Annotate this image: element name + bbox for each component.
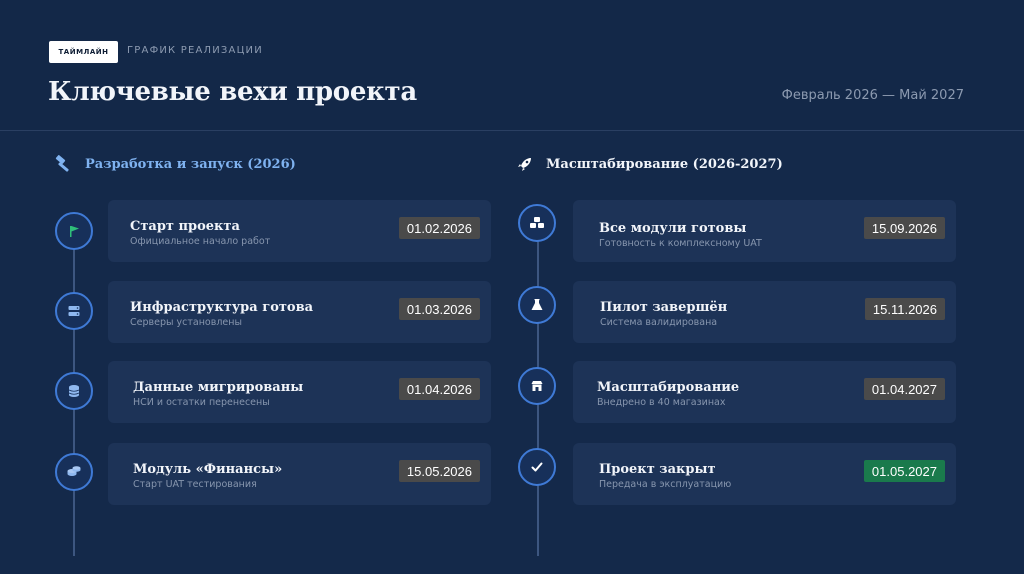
page-header: ТАЙМЛАЙН ГРАФИК РЕАЛИЗАЦИИ Ключевые вехи… bbox=[0, 0, 1024, 131]
milestone-subtitle: Готовность к комплексному UAT bbox=[599, 238, 762, 249]
date-range: Февраль 2026 — Май 2027 bbox=[781, 88, 964, 103]
milestone-date-badge-completed: 01.05.2027 bbox=[863, 460, 945, 482]
milestone-title: Все модули готовы bbox=[599, 221, 747, 236]
milestone-subtitle: Передача в эксплуатацию bbox=[599, 479, 732, 490]
cubes-icon bbox=[518, 204, 556, 242]
milestone-date-badge: 01.04.2027 bbox=[863, 378, 945, 400]
milestone-card[interactable]: Все модули готовы Готовность к комплексн… bbox=[573, 200, 956, 262]
milestone-subtitle: Система валидирована bbox=[600, 317, 718, 328]
milestone-card[interactable]: Масштабирование Внедрено в 40 магазинах … bbox=[573, 361, 956, 423]
milestone-date-badge: 15.11.2026 bbox=[864, 298, 945, 320]
rocket-icon bbox=[514, 153, 536, 175]
left-column-heading-text: Разработка и запуск (2026) bbox=[85, 156, 296, 172]
check-icon bbox=[518, 448, 556, 486]
flask-icon bbox=[518, 286, 556, 324]
milestone-card[interactable]: Инфраструктура готова Серверы установлен… bbox=[108, 281, 491, 343]
milestone-card[interactable]: Старт проекта Официальное начало работ 0… bbox=[108, 200, 491, 262]
flag-icon bbox=[55, 212, 93, 250]
server-icon bbox=[55, 292, 93, 330]
database-icon bbox=[55, 372, 93, 410]
milestone-card[interactable]: Проект закрыт Передача в эксплуатацию 01… bbox=[573, 443, 956, 505]
milestone-title: Модуль «Финансы» bbox=[133, 462, 283, 477]
coins-icon bbox=[55, 453, 93, 491]
milestone-title: Инфраструктура готова bbox=[130, 300, 314, 315]
milestone-title: Проект закрыт bbox=[599, 462, 716, 477]
timeline-tag: ТАЙМЛАЙН bbox=[49, 41, 118, 63]
milestone-date-badge: 01.03.2026 bbox=[398, 298, 480, 320]
milestone-date-badge: 15.09.2026 bbox=[863, 217, 945, 239]
milestone-title: Данные мигрированы bbox=[133, 380, 304, 395]
milestone-card[interactable]: Данные мигрированы НСИ и остатки перенес… bbox=[108, 361, 491, 423]
milestone-date-badge: 01.02.2026 bbox=[398, 217, 480, 239]
left-column-heading: Разработка и запуск (2026) bbox=[53, 152, 296, 176]
right-column-heading: Масштабирование (2026-2027) bbox=[514, 152, 783, 176]
milestone-subtitle: Внедрено в 40 магазинах bbox=[597, 397, 726, 408]
milestone-date-badge: 15.05.2026 bbox=[398, 460, 480, 482]
hammer-icon bbox=[53, 153, 75, 175]
milestone-title: Масштабирование bbox=[597, 380, 740, 395]
milestone-subtitle: Серверы установлены bbox=[130, 317, 242, 328]
milestone-card[interactable]: Пилот завершён Система валидирована 15.1… bbox=[573, 281, 956, 343]
milestone-card[interactable]: Модуль «Финансы» Старт UAT тестирования … bbox=[108, 443, 491, 505]
milestone-title: Старт проекта bbox=[130, 219, 240, 234]
store-icon bbox=[518, 367, 556, 405]
milestone-subtitle: Официальное начало работ bbox=[130, 236, 271, 247]
milestone-date-badge: 01.04.2026 bbox=[398, 378, 480, 400]
section-kicker: ГРАФИК РЕАЛИЗАЦИИ bbox=[127, 45, 263, 56]
right-column-heading-text: Масштабирование (2026-2027) bbox=[546, 156, 783, 172]
milestone-subtitle: НСИ и остатки перенесены bbox=[133, 397, 270, 408]
milestone-title: Пилот завершён bbox=[600, 300, 728, 315]
page-title: Ключевые вехи проекта bbox=[48, 77, 417, 107]
milestone-subtitle: Старт UAT тестирования bbox=[133, 479, 257, 490]
